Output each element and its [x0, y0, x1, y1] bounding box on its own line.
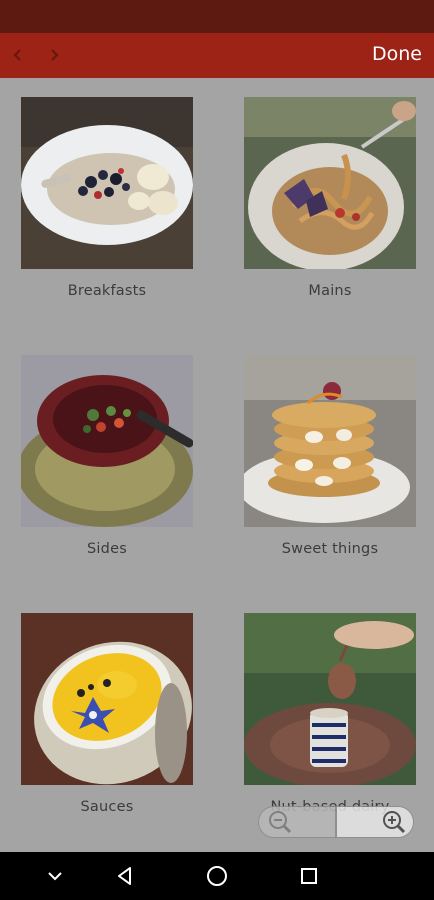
- category-tile-sauces[interactable]: Sauces: [21, 613, 193, 815]
- circle-home-icon: [207, 866, 227, 886]
- zoom-out-button[interactable]: [258, 806, 336, 838]
- zoom-out-icon: [269, 811, 292, 834]
- category-label: Breakfasts: [67, 283, 147, 299]
- category-label: Sauces: [80, 799, 134, 815]
- sides-photo: [21, 355, 193, 527]
- triangle-back-icon: [118, 867, 131, 885]
- nav-home-button[interactable]: [205, 864, 229, 888]
- chevron-right-icon: [51, 49, 59, 61]
- forward-button[interactable]: [42, 43, 66, 67]
- chevron-down-icon: [48, 872, 62, 881]
- category-label: Sweet things: [281, 541, 379, 557]
- zoom-in-icon: [383, 811, 406, 834]
- sweet-things-photo: [244, 355, 416, 527]
- category-tile-nut-based-dairy[interactable]: Nut-based dairy: [244, 613, 416, 815]
- breakfasts-photo: [21, 97, 193, 269]
- nut-based-dairy-photo: [244, 613, 416, 785]
- status-bar: [0, 0, 434, 33]
- square-recent-icon: [301, 868, 317, 884]
- category-tile-mains[interactable]: Mains: [244, 97, 416, 299]
- zoom-in-button[interactable]: [336, 806, 414, 838]
- category-grid: Breakfasts Mains Sides Sweet things Sauc…: [0, 78, 434, 852]
- category-tile-sweet-things[interactable]: Sweet things: [244, 355, 416, 557]
- system-navigation-bar: [0, 852, 434, 900]
- mains-photo: [244, 97, 416, 269]
- category-label: Mains: [308, 283, 352, 299]
- nav-down-button[interactable]: [43, 864, 67, 888]
- top-bar: Done: [0, 33, 434, 78]
- zoom-control: [258, 806, 415, 840]
- category-label: Sides: [87, 541, 127, 557]
- category-tile-breakfasts[interactable]: Breakfasts: [21, 97, 193, 299]
- sauces-photo: [21, 613, 193, 785]
- category-tile-sides[interactable]: Sides: [21, 355, 193, 557]
- done-button[interactable]: Done: [372, 43, 422, 65]
- nav-back-button[interactable]: [113, 864, 137, 888]
- chevron-left-icon: [13, 49, 21, 61]
- back-button[interactable]: [6, 43, 30, 67]
- nav-recent-button[interactable]: [297, 864, 321, 888]
